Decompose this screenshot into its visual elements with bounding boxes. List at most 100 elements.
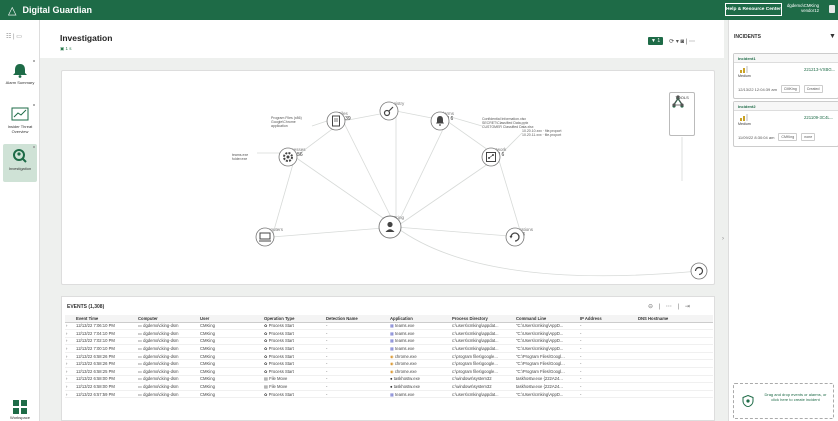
table-cell[interactable]: › (65, 390, 75, 399)
graph-node-computers[interactable]: Computers 1 (255, 227, 289, 247)
col-operation-type[interactable]: Operation Type (263, 315, 325, 323)
table-cell[interactable]: › (65, 352, 75, 361)
cell-text: c:\program files\google... (452, 361, 498, 367)
graph-node-processes[interactable]: Processes 2 of 56 (278, 147, 312, 167)
graph-refresh-icon[interactable] (690, 262, 708, 280)
graph-node-registry[interactable]: Registry 0 (379, 101, 413, 121)
graph-node-user-center[interactable]: CMKing (378, 215, 414, 239)
table-cell[interactable]: › (65, 367, 75, 376)
table-cell (637, 367, 713, 376)
col-process-directory[interactable]: Process Directory (451, 315, 515, 323)
graph-node-operations[interactable]: Operations 13 (505, 227, 539, 247)
top-bar: △ Digital Guardian Help & Resource Cente… (0, 0, 838, 20)
col-ip-address[interactable]: IP Address (579, 315, 637, 323)
cell-text: teams.exe (395, 391, 415, 397)
page-header: Investigation ▣ 1 s ▼ 1 ⟳ ▾ ◙ | ⋯ (40, 20, 724, 58)
col-user[interactable]: User (199, 315, 263, 323)
cell-text: 12/13/22 7:04:10 PM (76, 330, 115, 336)
table-cell[interactable]: › (65, 344, 75, 353)
nav-item-dot (33, 60, 35, 62)
nav-view-toggle[interactable]: ☷ | ▭ (6, 33, 22, 40)
table-row[interactable]: › 12/13/22 6:58:00 PM ▭ dgdemo\cking-dsm CM… (65, 375, 713, 384)
table-cell: ▭ dgdemo\cking-dsm (137, 329, 199, 338)
radial-layout-icon[interactable] (670, 94, 686, 108)
table-cell: - (579, 329, 637, 338)
table-cell: "C:\Users\cmking\AppD... (515, 322, 579, 331)
gear-icon (278, 147, 298, 167)
incident-card[interactable]: Incident2 Medium 221109-3C4L... 11/09/22… (733, 101, 838, 147)
status-select[interactable]: none (801, 133, 816, 141)
cell-text: "C:\Program Files\Googl... (516, 353, 565, 359)
table-row[interactable]: › 12/13/22 7:06:10 PM ▭ dgdemo\cking-dsm CM… (65, 322, 713, 331)
cell-text: Process Start (268, 330, 294, 336)
col-computer[interactable]: Computer (137, 315, 199, 323)
processes-callout: teams.exe folder.exe (232, 153, 249, 161)
header-toolbar: ▼ 1 ⟳ ▾ ◙ | ⋯ (648, 37, 695, 45)
chart-icon (11, 107, 29, 121)
table-cell[interactable]: › (65, 375, 75, 384)
create-incident-dropzone[interactable]: Drag and drop events or alarms, or click… (733, 383, 834, 419)
table-cell: ✿ Process Start (263, 390, 325, 399)
incident-id-link[interactable]: 221213-VXBG... (804, 67, 835, 72)
status-select[interactable]: Created (803, 85, 823, 93)
cell-text: dgdemo\cking-dsm (143, 361, 179, 367)
table-cell[interactable]: › (65, 359, 75, 369)
cell-text: - (580, 361, 582, 367)
col-command-line[interactable]: Command Line (515, 315, 579, 323)
owner-select[interactable]: CMKing (780, 85, 800, 93)
cell-text: c:\users\cmking\appdat... (452, 346, 499, 352)
table-cell: ▦ teams.exe (389, 390, 451, 399)
incident-meta: 11/09/22 8:30:04 am CMKing none (738, 133, 838, 141)
workspace-button[interactable]: Workspace (6, 400, 34, 420)
table-row[interactable]: › 12/13/22 6:58:25 PM ▭ dgdemo\cking-dsm CM… (65, 367, 713, 376)
table-row[interactable]: › 12/13/22 7:00:10 PM ▭ dgdemo\cking-dsm CM… (65, 344, 713, 353)
incidents-filter-icon[interactable]: ▼ (829, 33, 836, 40)
investigation-graph[interactable]: Program Files (x86) Google\Chrome applic… (61, 70, 715, 285)
file-icon (326, 111, 346, 131)
table-row[interactable]: › 12/13/22 6:58:00 PM ▭ dgdemo\cking-dsm CM… (65, 382, 713, 391)
owner-select[interactable]: CMKing (778, 133, 798, 141)
nav-item-investigation[interactable]: Investigation (3, 144, 37, 182)
table-cell: - (579, 390, 637, 399)
user-menu[interactable]: dgdemo\CMKing vendor12 (787, 3, 819, 13)
col-dns-hostname[interactable]: DNS Hostname (637, 315, 713, 323)
nav-item-alarm-summary[interactable]: Alarm Summary (3, 58, 37, 96)
table-cell: ▦ teams.exe (389, 329, 451, 338)
cell-text: chrome.exe (394, 361, 417, 367)
table-cell[interactable]: › (65, 382, 75, 391)
table-row[interactable]: › 12/13/22 6:58:26 PM ▭ dgdemo\cking-dsm CM… (65, 359, 713, 369)
table-cell: c:\windows\system32 (451, 375, 515, 384)
table-row[interactable]: › 12/13/22 7:02:10 PM ▭ dgdemo\cking-dsm CM… (65, 337, 713, 346)
panel-splitter-icon[interactable]: › (722, 236, 724, 242)
col-detection-name[interactable]: Detection Name (325, 315, 389, 323)
events-toolbar-icons[interactable]: ⊖ | ⋯ | ⇥ (648, 303, 692, 310)
investigation-icon (13, 149, 27, 163)
nav-item-insider-threat-overview[interactable]: Insider Threat Overview (3, 102, 37, 140)
table-row[interactable]: › 12/13/22 7:04:10 PM ▭ dgdemo\cking-dsm CM… (65, 329, 713, 338)
col-application[interactable]: Application (389, 315, 451, 323)
table-cell: ▭ dgdemo\cking-dsm (137, 367, 199, 376)
cell-text: - (326, 323, 328, 329)
incident-id-link[interactable]: 221109-3C4L... (804, 115, 833, 120)
cell-text: c:\users\cmking\appdat... (452, 323, 499, 329)
table-cell: ▭ dgdemo\cking-dsm (137, 344, 199, 353)
incident-card[interactable]: Incident1 Medium 221213-VXBG... 12/13/22… (733, 53, 838, 99)
col-event-time[interactable]: Event Time (75, 315, 131, 323)
table-row[interactable]: › 12/13/22 6:57:59 PM ▭ dgdemo\cking-dsm CM… (65, 390, 713, 399)
cell-text: - (580, 323, 582, 329)
table-cell[interactable]: › (65, 329, 75, 338)
events-table-body: › 12/13/22 7:06:10 PM ▭ dgdemo\cking-dsm CM… (65, 322, 713, 399)
graph-node-alarms[interactable]: Alarms 3 of 6 (430, 111, 464, 131)
table-cell[interactable]: › (65, 322, 75, 331)
graph-node-files[interactable]: Files 4 of 39 (326, 111, 360, 131)
filter-button[interactable]: ▼ 1 (648, 37, 664, 45)
help-resource-center-button[interactable]: Help & Resource Center (725, 3, 782, 16)
dropzone-text: Drag and drop events or alarms, or click… (764, 392, 827, 402)
header-actions-icons[interactable]: ⟳ ▾ ◙ | ⋯ (669, 38, 695, 45)
graph-node-network[interactable]: Network 2 of 6 (481, 147, 515, 167)
cell-text: › (66, 368, 68, 374)
table-row[interactable]: › 12/13/22 6:58:26 PM ▭ dgdemo\cking-dsm CM… (65, 352, 713, 361)
user-avatar[interactable] (829, 5, 835, 13)
table-cell: ◉ chrome.exe (389, 352, 451, 361)
table-cell[interactable]: › (65, 337, 75, 346)
